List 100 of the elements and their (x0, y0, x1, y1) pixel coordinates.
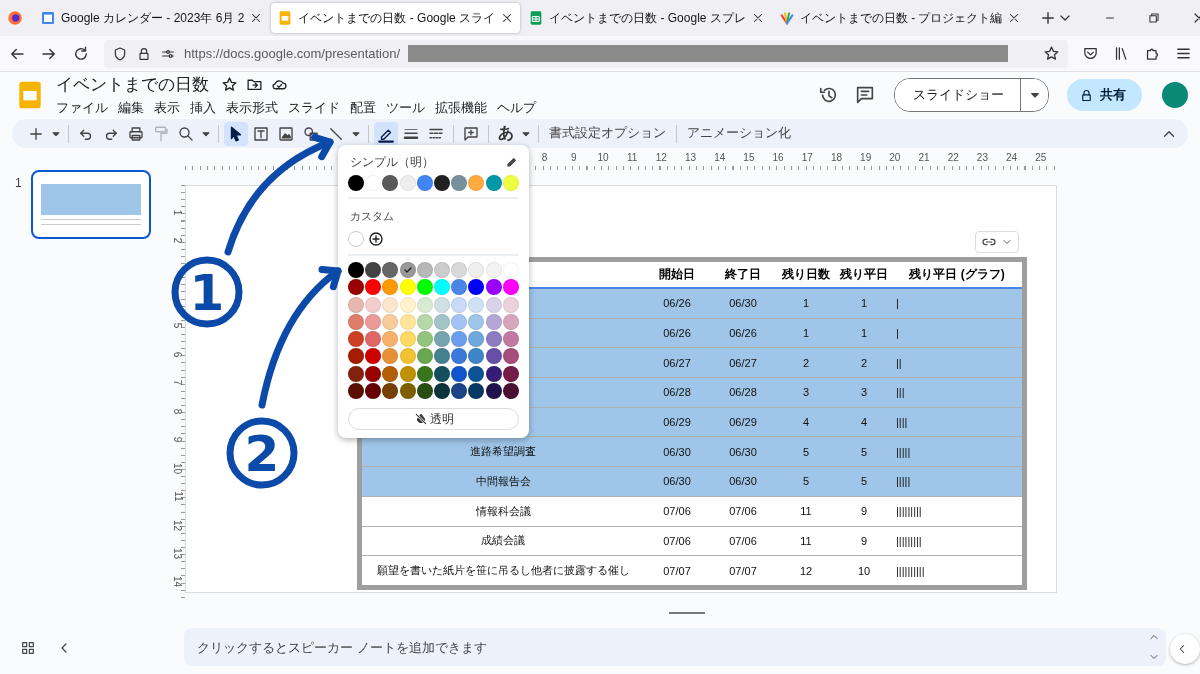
table-cell: 06/26 (710, 318, 776, 348)
table-cell: 07/07 (710, 555, 776, 585)
table-cell: 12 (776, 555, 836, 585)
table-row[interactable]: 成績会議 07/06 07/06 11 9 ||||||||| (362, 526, 1022, 556)
table-cell: 情報科会議 (362, 496, 644, 526)
ruler-number: 9 (570, 152, 578, 165)
share-button[interactable]: 共有 (1067, 79, 1142, 111)
tab-title: イベントまでの日数 - Google スプレ (549, 9, 746, 27)
ruler-number: 21 (917, 152, 931, 165)
table-cell: 06/30 (710, 466, 776, 497)
table-cell: 06/26 (644, 288, 710, 319)
address-field[interactable]: https://docs.google.com/presentation/ (104, 39, 1068, 68)
table-cell: 1 (836, 288, 892, 319)
input-tools-button[interactable]: あ (494, 121, 518, 146)
ruler-number: 15 (742, 152, 756, 165)
table-cell: 06/28 (644, 377, 710, 408)
tab-title: イベントまでの日数 - プロジェクト編 (799, 9, 1003, 27)
ruler-number: 10 (596, 152, 610, 165)
ruler-number: 11 (625, 152, 639, 165)
table-cell: ||||||||| (892, 496, 1022, 526)
menu-item[interactable]: 配置 (345, 97, 381, 118)
table-row[interactable]: 願望を書いた紙片を笹に吊るし他者に披露する催し 07/07 07/07 12 10 |||||||||| (362, 555, 1022, 585)
table-cell: 4 (836, 407, 892, 437)
table-cell: 3 (776, 377, 836, 408)
menu-item[interactable]: 拡張機能 (430, 97, 492, 118)
url-text: https://docs.google.com/presentation/ (184, 46, 401, 61)
table-cell: 06/30 (644, 436, 710, 467)
table-cell: 5 (836, 436, 892, 467)
ruler-number: 1 (172, 209, 184, 215)
table-cell: 06/29 (644, 407, 710, 437)
ruler-number: 14 (713, 152, 727, 165)
table-cell: 5 (776, 436, 836, 467)
table-cell: || (892, 347, 1022, 378)
ruler-number: 25 (1034, 152, 1048, 165)
speaker-notes-field[interactable]: クリックするとスピーカー ノートを追加できます (184, 628, 1144, 666)
ruler-number: 24 (1005, 152, 1019, 165)
table-cell: 06/27 (644, 347, 710, 378)
ruler-number: 20 (888, 152, 902, 165)
menu-item[interactable]: ツール (381, 97, 430, 118)
table-cell: 06/29 (710, 407, 776, 437)
table-cell: 07/06 (644, 496, 710, 526)
table-row[interactable]: 中間報告会 06/30 06/30 5 5 ||||| (362, 466, 1022, 497)
slide-number: 1 (15, 176, 22, 192)
table-cell: 06/26 (644, 318, 710, 348)
table-cell: 06/27 (710, 347, 776, 378)
custom-label: カスタム (349, 209, 395, 224)
menu-item[interactable]: 表示形式 (221, 97, 283, 118)
table-cell: 06/30 (644, 466, 710, 497)
ruler-number: 8 (540, 152, 549, 165)
table-cell: 2 (776, 347, 836, 378)
ruler-number: 9 (172, 436, 184, 443)
table-cell: 願望を書いた紙片を笹に吊るし他者に披露する催し (362, 555, 644, 585)
table-cell: ||| (892, 377, 1022, 408)
ruler-number: 11 (172, 491, 184, 502)
toolbar-text-button[interactable]: アニメーション化 (682, 121, 796, 146)
table-cell: 07/07 (644, 555, 710, 585)
menu-item[interactable]: 挿入 (185, 97, 221, 118)
table-row[interactable]: 情報科会議 07/06 07/06 11 9 ||||||||| (362, 496, 1022, 526)
browser-tab[interactable]: Google カレンダー - 2023年 6月 2 (34, 3, 270, 33)
slideshow-button[interactable]: スライドショー (895, 79, 1020, 111)
table-cell: 07/06 (710, 496, 776, 526)
table-cell: 11 (776, 496, 836, 526)
browser-tab[interactable]: イベントまでの日数 - Google スプレ (522, 3, 771, 33)
ruler-number: 7 (172, 379, 184, 386)
theme-name: シンプル（明） (350, 153, 434, 171)
menu-item[interactable]: ヘルプ (492, 97, 541, 118)
ruler-number: 14 (172, 576, 184, 588)
table-cell: ||||| (892, 466, 1022, 497)
ruler-number: 2 (172, 237, 184, 244)
table-cell: 06/28 (710, 377, 776, 408)
browser-tab[interactable]: イベントまでの日数 - Google スライ (271, 3, 521, 33)
ruler-number: 22 (946, 152, 960, 165)
ruler-number: 8 (172, 408, 184, 414)
transparent-button[interactable]: 透明 (348, 408, 519, 431)
table-cell: 5 (776, 466, 836, 497)
tab-title: イベントまでの日数 - Google スライ (298, 9, 496, 27)
document-title[interactable]: イベントまでの日数 (56, 72, 209, 96)
table-cell: | (892, 288, 1022, 319)
table-cell: 9 (836, 526, 892, 556)
menu-item[interactable]: スライド (283, 97, 345, 118)
menu-item[interactable]: ファイル (56, 97, 113, 118)
circled-number: 2 (226, 417, 298, 489)
table-cell: | (892, 318, 1022, 348)
tab-title: Google カレンダー - 2023年 6月 2 (61, 9, 245, 27)
browser-tab[interactable]: イベントまでの日数 - プロジェクト編 (772, 3, 1028, 33)
toolbar-text-button[interactable]: 書式設定オプション (544, 121, 671, 146)
table-cell: 06/30 (710, 288, 776, 319)
ruler-number: 12 (172, 519, 184, 531)
table-cell: 07/06 (644, 526, 710, 556)
table-cell: 3 (836, 377, 892, 408)
table-cell: |||| (892, 407, 1022, 437)
ruler-number: 19 (859, 152, 873, 165)
menu-item[interactable]: 編集 (113, 97, 149, 118)
ruler-number: 23 (975, 152, 989, 165)
ruler-number: 5 (172, 323, 184, 329)
table-cell: 5 (836, 466, 892, 497)
table-cell: 1 (776, 318, 836, 348)
menu-item[interactable]: 表示 (149, 97, 185, 118)
table-row[interactable]: 進路希望調査 06/30 06/30 5 5 ||||| (362, 436, 1022, 467)
ruler-number: 12 (654, 152, 668, 165)
